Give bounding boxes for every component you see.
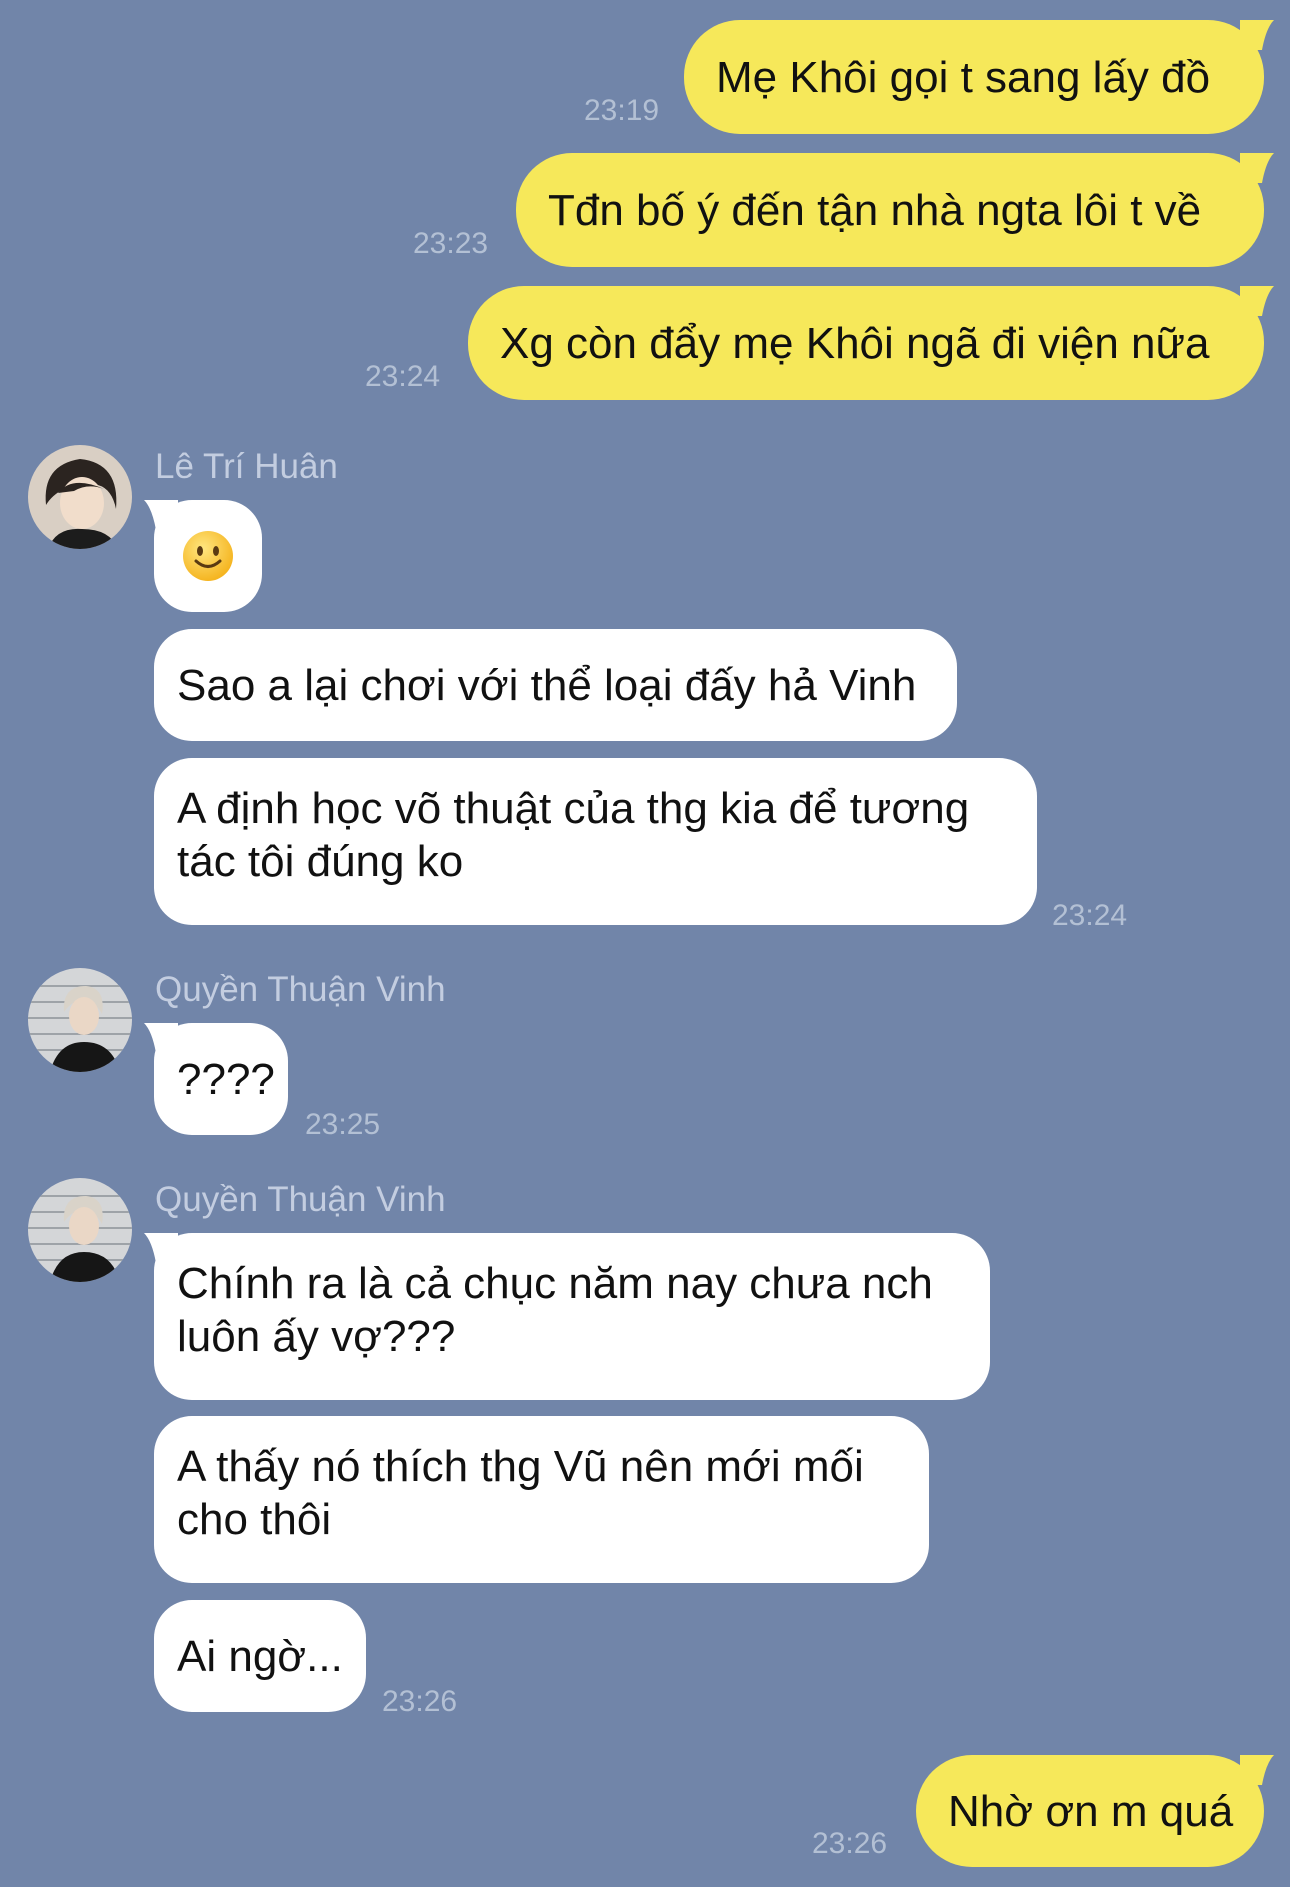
received-message-bubble[interactable]: Sao a lại chơi với thể loại đấy hả Vinh: [154, 629, 957, 741]
user-avatar-vinh-icon[interactable]: [28, 968, 132, 1072]
message-text: Xg còn đẩy mẹ Khôi ngã đi viện nữa: [500, 318, 1210, 368]
sender-name: Quyền Thuận Vinh: [155, 970, 446, 1009]
sent-message-bubble[interactable]: Xg còn đẩy mẹ Khôi ngã đi viện nữa: [468, 286, 1264, 400]
message-text: A thấy nó thích thg Vũ nên mới mối cho t…: [177, 1442, 864, 1544]
message-timestamp: 23:25: [305, 1108, 381, 1141]
received-message-bubble[interactable]: A định học võ thuật của thg kia để tương…: [154, 758, 1037, 925]
message-text: Ai ngờ...: [177, 1631, 343, 1681]
message-text: ????: [177, 1054, 275, 1104]
bubble-tail-icon: [1240, 20, 1274, 50]
bubble-tail-icon: [144, 500, 178, 530]
message-text: Nhờ ơn m quá: [948, 1786, 1234, 1836]
sender-name: Quyền Thuận Vinh: [155, 1180, 446, 1219]
slightly-smiling-face-emoji-icon: [183, 531, 233, 581]
message-text: Chính ra là cả chục năm nay chưa nch luô…: [177, 1259, 933, 1361]
received-message-bubble[interactable]: Ai ngờ...: [154, 1600, 366, 1712]
sent-message-bubble[interactable]: Nhờ ơn m quá: [916, 1755, 1264, 1867]
message-timestamp: 23:24: [1052, 899, 1128, 932]
sent-message-bubble[interactable]: Tđn bố ý đến tận nhà ngta lôi t về: [516, 153, 1264, 267]
user-avatar-huan-icon[interactable]: [28, 445, 132, 549]
sender-name: Lê Trí Huân: [155, 447, 338, 486]
message-timestamp: 23:23: [413, 227, 489, 260]
message-text: Mẹ Khôi gọi t sang lấy đồ: [716, 52, 1211, 102]
sent-message-bubble[interactable]: Mẹ Khôi gọi t sang lấy đồ: [684, 20, 1264, 134]
message-text: A định học võ thuật của thg kia để tương…: [177, 784, 970, 886]
message-timestamp: 23:19: [584, 94, 660, 127]
message-timestamp: 23:26: [382, 1685, 458, 1718]
bubble-tail-icon: [1240, 1755, 1274, 1785]
user-avatar-vinh-icon[interactable]: [28, 1178, 132, 1282]
bubble-tail-icon: [144, 1233, 178, 1263]
message-timestamp: 23:26: [812, 1827, 888, 1860]
bubble-tail-icon: [1240, 286, 1274, 316]
received-message-bubble[interactable]: A thấy nó thích thg Vũ nên mới mối cho t…: [154, 1416, 929, 1583]
bubble-tail-icon: [1240, 153, 1274, 183]
message-text: Sao a lại chơi với thể loại đấy hả Vinh: [177, 660, 917, 710]
message-text: Tđn bố ý đến tận nhà ngta lôi t về: [548, 185, 1202, 235]
bubble-tail-icon: [144, 1023, 178, 1053]
received-message-bubble[interactable]: Chính ra là cả chục năm nay chưa nch luô…: [154, 1233, 990, 1400]
message-timestamp: 23:24: [365, 360, 441, 393]
